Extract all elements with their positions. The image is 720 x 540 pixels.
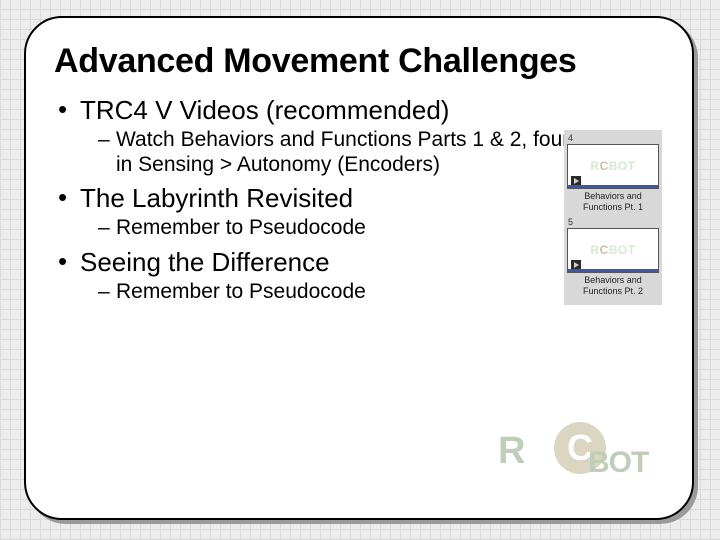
thumbnail-image: RCBOT: [567, 228, 659, 273]
video-thumbnail[interactable]: 5 RCBOT Behaviors and Functions Pt. 2: [567, 217, 659, 297]
thumb-logo-c: C: [600, 243, 609, 257]
dash-icon: –: [98, 127, 116, 153]
bullet-text: Seeing the Difference: [80, 247, 330, 277]
dash-icon: –: [98, 215, 116, 241]
logo-bot: BOT: [588, 446, 648, 480]
thumb-logo-r: R: [590, 159, 599, 173]
thumbnail-number: 4: [567, 133, 659, 144]
sub-bullet-text: Watch Behaviors and Functions Parts 1 & …: [116, 127, 586, 177]
thumbnail-image: RCBOT: [567, 144, 659, 189]
play-icon: [571, 260, 581, 269]
slide-card: Advanced Movement Challenges • TRC4 V Vi…: [24, 16, 694, 520]
bullet-dot-icon: •: [58, 95, 80, 123]
progress-bar-icon: [568, 269, 658, 272]
sub-bullet-text: Remember to Pseudocode: [116, 279, 366, 304]
logo-r: R: [498, 430, 524, 473]
dash-icon: –: [98, 279, 116, 305]
sub-bullet-text: Remember to Pseudocode: [116, 215, 366, 240]
thumbnail-caption: Behaviors and Functions Pt. 2: [567, 275, 659, 297]
progress-bar-icon: [568, 185, 658, 188]
thumb-logo-bot: BOT: [609, 243, 636, 257]
thumb-logo-c: C: [600, 159, 609, 173]
bullet-dot-icon: •: [58, 247, 80, 275]
bullet-text: The Labyrinth Revisited: [80, 183, 353, 213]
bullet-text: TRC4 V Videos (recommended): [80, 95, 449, 125]
play-icon: [571, 176, 581, 185]
thumb-logo-r: R: [590, 243, 599, 257]
bullet-dot-icon: •: [58, 183, 80, 211]
thumbnail-number: 5: [567, 217, 659, 228]
video-thumbnail-panel: 4 RCBOT Behaviors and Functions Pt. 1 5 …: [564, 130, 662, 305]
thumb-logo-bot: BOT: [609, 159, 636, 173]
robotc-logo: R C BOT: [498, 420, 658, 500]
thumbnail-caption: Behaviors and Functions Pt. 1: [567, 191, 659, 213]
slide-title: Advanced Movement Challenges: [54, 42, 664, 81]
video-thumbnail[interactable]: 4 RCBOT Behaviors and Functions Pt. 1: [567, 133, 659, 213]
